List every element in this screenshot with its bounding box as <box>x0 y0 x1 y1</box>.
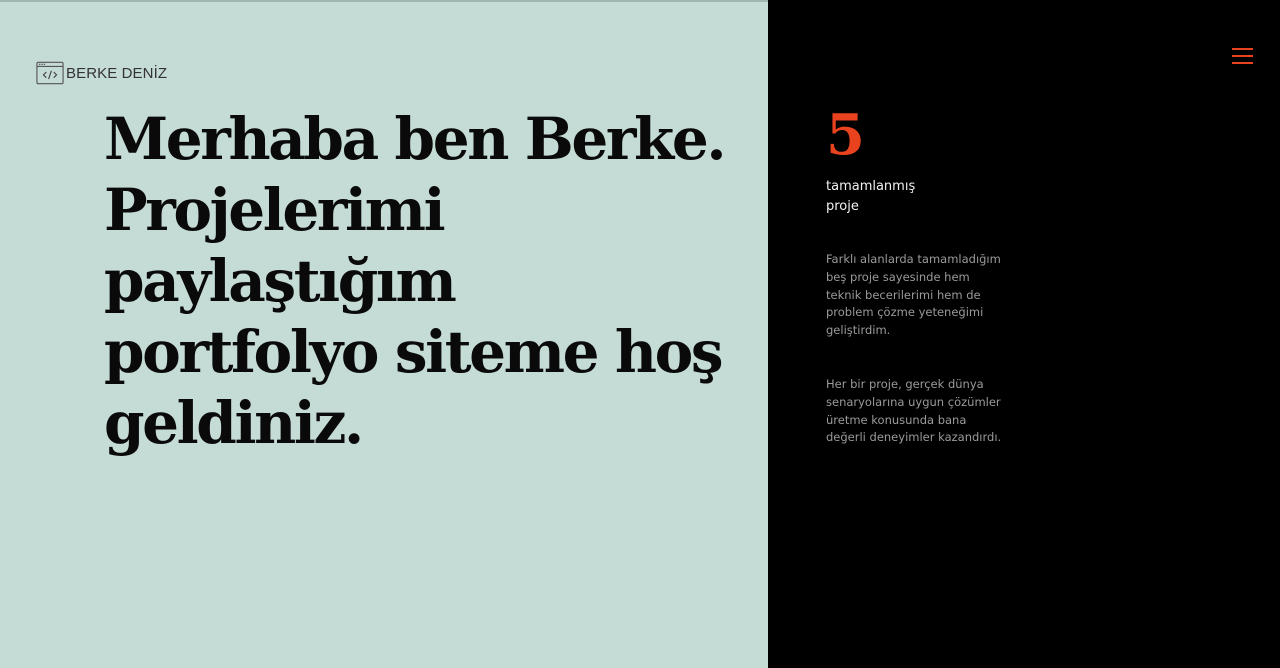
hero-heading: Merhaba ben Berke. Projelerimi paylaştığ… <box>104 105 727 457</box>
brand-logo[interactable]: BERKE DENİZ <box>36 59 167 87</box>
hamburger-menu-icon[interactable] <box>1228 44 1256 68</box>
brand-name: BERKE DENİZ <box>66 64 168 82</box>
description-paragraph-1: Farklı alanlarda tamamladığım beş proje … <box>826 252 1001 338</box>
description-paragraph-2: Her bir proje, gerçek dünya senaryoların… <box>826 377 1002 445</box>
projects-count: 5 <box>826 102 865 168</box>
projects-count-label: tamamlanmış proje <box>826 179 916 214</box>
code-window-icon <box>36 61 64 85</box>
hero-panel: BERKE DENİZ Merhaba ben Berke. Projeleri… <box>0 0 768 668</box>
